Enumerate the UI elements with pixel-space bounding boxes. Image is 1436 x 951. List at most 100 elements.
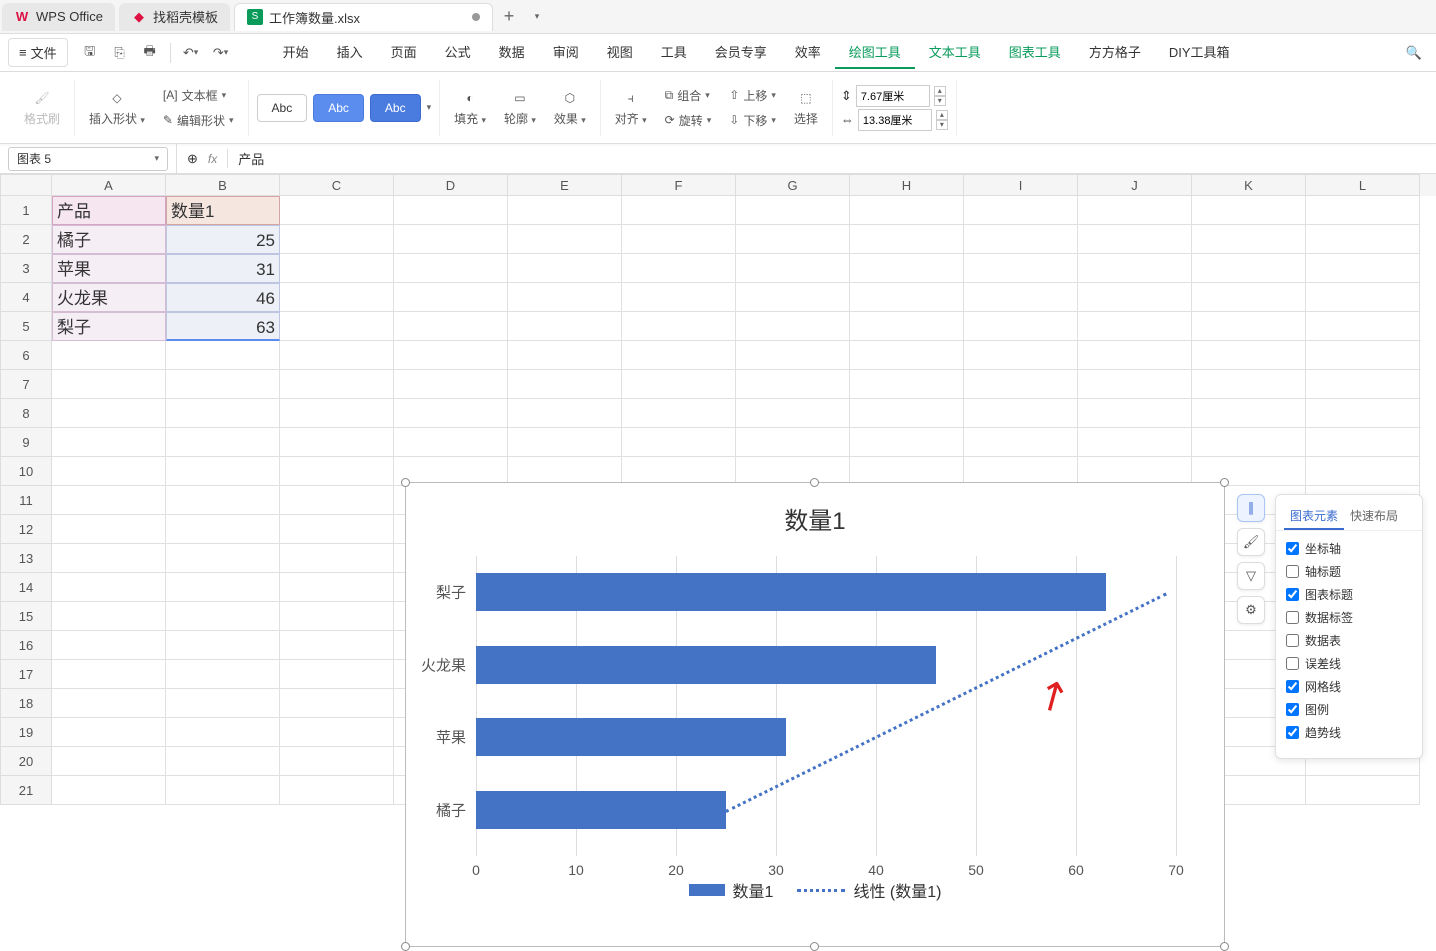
cell-J7[interactable]: [1078, 370, 1192, 399]
menu-item-3[interactable]: 公式: [431, 36, 485, 69]
cell-I5[interactable]: [964, 312, 1078, 341]
cell-I4[interactable]: [964, 283, 1078, 312]
panel-item-1[interactable]: 轴标题: [1286, 560, 1412, 583]
cell-B3[interactable]: 31: [166, 254, 280, 283]
trendline[interactable]: [725, 592, 1166, 812]
cell-C18[interactable]: [280, 689, 394, 718]
cell-B4[interactable]: 46: [166, 283, 280, 312]
panel-item-2[interactable]: 图表标题: [1286, 583, 1412, 606]
row-header-2[interactable]: 2: [0, 225, 52, 254]
cell-G9[interactable]: [736, 428, 850, 457]
panel-tab-elements[interactable]: 图表元素: [1284, 503, 1344, 530]
row-header-1[interactable]: 1: [0, 196, 52, 225]
cell-A8[interactable]: [52, 399, 166, 428]
cell-L10[interactable]: [1306, 457, 1420, 486]
edit-shape-button[interactable]: ✎ 编辑形状 ▾: [157, 109, 240, 132]
cell-A10[interactable]: [52, 457, 166, 486]
row-header-7[interactable]: 7: [0, 370, 52, 399]
col-header-A[interactable]: A: [52, 174, 166, 196]
fx-label[interactable]: fx: [208, 152, 217, 166]
cell-B20[interactable]: [166, 747, 280, 776]
cell-K5[interactable]: [1192, 312, 1306, 341]
cell-A20[interactable]: [52, 747, 166, 776]
menu-item-8[interactable]: 会员专享: [701, 36, 781, 69]
export-button[interactable]: ⎘: [106, 39, 134, 67]
group-button[interactable]: ⧉组合▾: [659, 84, 718, 107]
cell-B18[interactable]: [166, 689, 280, 718]
chart-bar[interactable]: [476, 718, 786, 756]
cell-A15[interactable]: [52, 602, 166, 631]
cell-A12[interactable]: [52, 515, 166, 544]
cell-B11[interactable]: [166, 486, 280, 515]
cell-E1[interactable]: [508, 196, 622, 225]
cell-L2[interactable]: [1306, 225, 1420, 254]
cell-C9[interactable]: [280, 428, 394, 457]
cell-G2[interactable]: [736, 225, 850, 254]
chart-settings-button[interactable]: ⚙: [1237, 596, 1265, 624]
cell-F4[interactable]: [622, 283, 736, 312]
panel-item-0[interactable]: 坐标轴: [1286, 537, 1412, 560]
panel-item-3[interactable]: 数据标签: [1286, 606, 1412, 629]
formula-content[interactable]: 产品: [227, 149, 264, 168]
cell-C11[interactable]: [280, 486, 394, 515]
cell-H2[interactable]: [850, 225, 964, 254]
cell-G4[interactable]: [736, 283, 850, 312]
cell-K9[interactable]: [1192, 428, 1306, 457]
cell-F7[interactable]: [622, 370, 736, 399]
row-header-14[interactable]: 14: [0, 573, 52, 602]
cell-C20[interactable]: [280, 747, 394, 776]
cell-A21[interactable]: [52, 776, 166, 805]
cell-J1[interactable]: [1078, 196, 1192, 225]
cell-I6[interactable]: [964, 341, 1078, 370]
cell-D4[interactable]: [394, 283, 508, 312]
cell-E3[interactable]: [508, 254, 622, 283]
cell-B12[interactable]: [166, 515, 280, 544]
spinner-down[interactable]: ▾: [936, 120, 948, 130]
cell-C14[interactable]: [280, 573, 394, 602]
cell-A14[interactable]: [52, 573, 166, 602]
undo-button[interactable]: ↶▾: [177, 39, 205, 67]
cell-C7[interactable]: [280, 370, 394, 399]
cell-D5[interactable]: [394, 312, 508, 341]
cell-A18[interactable]: [52, 689, 166, 718]
width-input[interactable]: [858, 109, 932, 131]
menu-item-7[interactable]: 工具: [647, 36, 701, 69]
cell-L5[interactable]: [1306, 312, 1420, 341]
cell-A13[interactable]: [52, 544, 166, 573]
cell-E7[interactable]: [508, 370, 622, 399]
cell-C15[interactable]: [280, 602, 394, 631]
cell-I3[interactable]: [964, 254, 1078, 283]
cell-L9[interactable]: [1306, 428, 1420, 457]
cell-B16[interactable]: [166, 631, 280, 660]
cell-E4[interactable]: [508, 283, 622, 312]
menu-item-11[interactable]: 文本工具: [915, 36, 995, 69]
cell-F1[interactable]: [622, 196, 736, 225]
chart-styles-button[interactable]: 🖌: [1237, 528, 1265, 556]
panel-checkbox[interactable]: [1286, 565, 1299, 578]
cell-L7[interactable]: [1306, 370, 1420, 399]
cell-D1[interactable]: [394, 196, 508, 225]
col-header-C[interactable]: C: [280, 174, 394, 196]
tab-workbook[interactable]: S 工作簿数量.xlsx: [234, 3, 493, 31]
cell-K1[interactable]: [1192, 196, 1306, 225]
panel-checkbox[interactable]: [1286, 726, 1299, 739]
cell-I7[interactable]: [964, 370, 1078, 399]
cell-B1[interactable]: 数量1: [166, 196, 280, 225]
cell-A1[interactable]: 产品: [52, 196, 166, 225]
cell-H5[interactable]: [850, 312, 964, 341]
cell-C2[interactable]: [280, 225, 394, 254]
legend-item-trendline[interactable]: 线性 (数量1): [797, 878, 941, 902]
cell-H4[interactable]: [850, 283, 964, 312]
cell-I9[interactable]: [964, 428, 1078, 457]
cell-D8[interactable]: [394, 399, 508, 428]
new-tab-button[interactable]: +: [495, 6, 523, 27]
cell-C1[interactable]: [280, 196, 394, 225]
chart-legend[interactable]: 数量1 线性 (数量1): [406, 866, 1224, 914]
resize-handle-sw[interactable]: [401, 942, 410, 951]
menu-item-10[interactable]: 绘图工具: [835, 36, 915, 69]
col-header-J[interactable]: J: [1078, 174, 1192, 196]
cell-C19[interactable]: [280, 718, 394, 747]
panel-item-6[interactable]: 网格线: [1286, 675, 1412, 698]
cell-K8[interactable]: [1192, 399, 1306, 428]
cell-E2[interactable]: [508, 225, 622, 254]
